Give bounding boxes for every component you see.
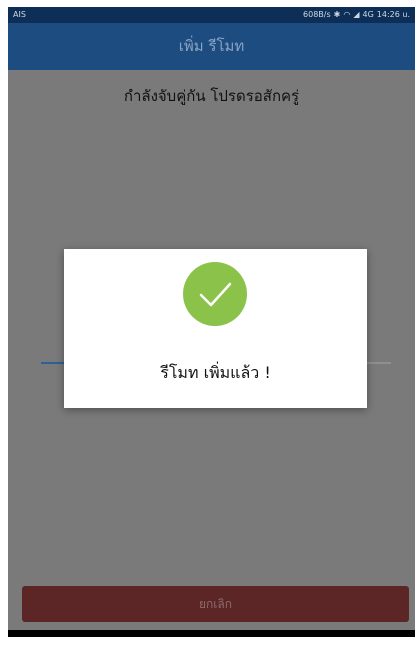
network-speed: 608B/s (303, 10, 331, 19)
status-right: 608B/s ✱ ◠ ◢ 4G 14:26 u. (303, 7, 410, 23)
page-title: เพิ่ม รีโมท (8, 23, 415, 70)
carrier-label: AIS (13, 10, 26, 19)
network-badge: 4G (362, 10, 374, 19)
device-screen: AIS 608B/s ✱ ◠ ◢ 4G 14:26 u. เพิ่ม รีโมท… (8, 7, 415, 637)
bluetooth-icon: ✱ (333, 10, 341, 19)
clock: 14:26 u. (376, 10, 410, 19)
wifi-icon: ◠ (343, 10, 351, 19)
cancel-button[interactable]: ยกเลิก (22, 586, 409, 622)
pairing-message: กำลังจับคู่กัน โปรดรอสักครู่ (123, 87, 300, 105)
success-dialog: รีโมท เพิ่มแล้ว ! (64, 249, 367, 408)
bottom-bar (8, 630, 415, 637)
status-bar: AIS 608B/s ✱ ◠ ◢ 4G 14:26 u. (8, 7, 415, 23)
signal-icon: ◢ (353, 10, 360, 19)
success-message: รีโมท เพิ่มแล้ว ! (160, 363, 271, 382)
check-icon (183, 262, 247, 326)
